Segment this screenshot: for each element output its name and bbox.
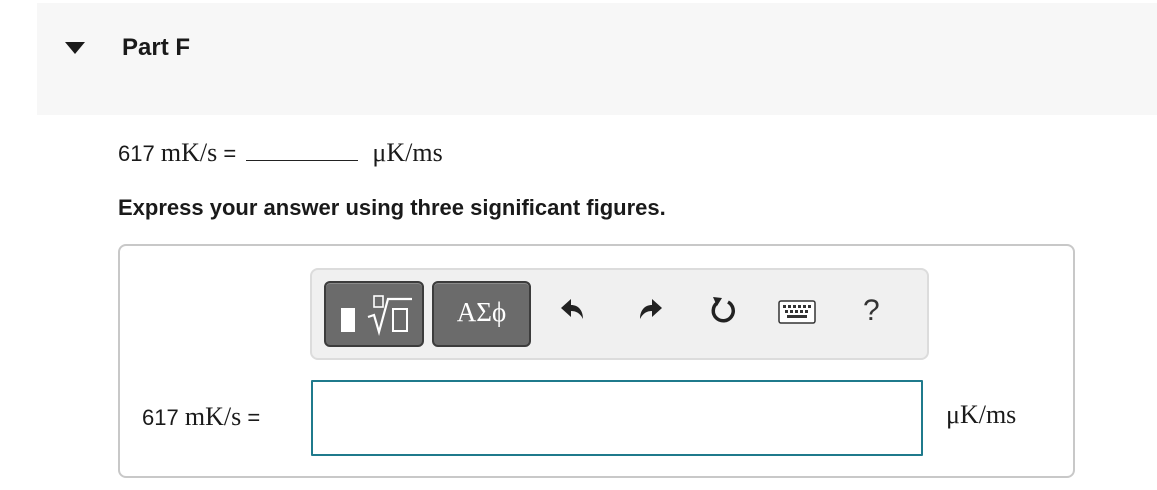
question-lhs-unit: mK/s [160, 138, 218, 167]
keyboard-icon[interactable] [778, 300, 816, 324]
answer-prefix: 617 mK/s = [142, 402, 260, 432]
templates-button[interactable] [324, 281, 424, 347]
answer-blank [246, 142, 359, 161]
question-equals: = [223, 141, 237, 166]
redo-icon[interactable] [635, 294, 665, 324]
part-header [37, 3, 1157, 115]
answer-panel: ΑΣϕ ? 617 mK/s = μK/ms [118, 244, 1075, 478]
instruction-text: Express your answer using three signific… [118, 195, 666, 220]
greek-symbols-label: ΑΣϕ [456, 297, 507, 327]
answer-prefix-equals: = [247, 405, 261, 430]
answer-prefix-unit: mK/s [184, 402, 242, 431]
question-statement: 617 mK/s = μK/ms [118, 138, 443, 168]
reset-icon[interactable] [707, 294, 739, 326]
question-rhs-unit: μK/ms [372, 138, 443, 167]
answer-input[interactable] [311, 380, 923, 456]
undo-icon[interactable] [558, 294, 588, 324]
part-title: Part F [122, 34, 191, 61]
answer-prefix-value: 617 [142, 405, 179, 430]
math-toolbar: ΑΣϕ ? [310, 268, 929, 360]
help-button[interactable]: ? [863, 294, 880, 328]
templates-icon [341, 295, 412, 337]
triangle-down-icon[interactable] [64, 40, 86, 56]
answer-unit: μK/ms [946, 400, 1017, 429]
greek-symbols-button[interactable]: ΑΣϕ [432, 281, 531, 347]
question-lhs-value: 617 [118, 141, 155, 166]
